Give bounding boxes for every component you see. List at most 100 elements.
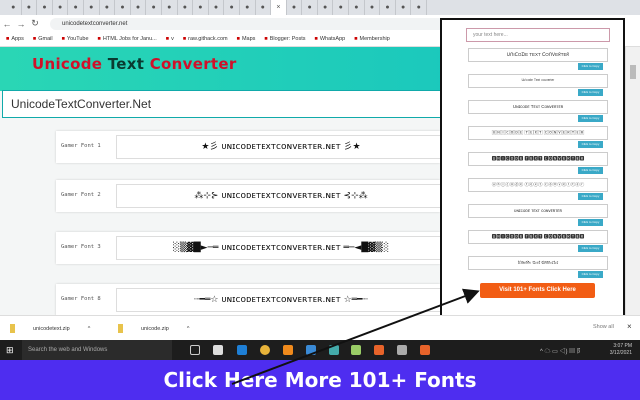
close-icon[interactable]: × — [627, 322, 632, 331]
scrollbar[interactable] — [625, 47, 640, 315]
bookmark-icon: ■ — [264, 36, 268, 42]
bookmark-icon: ■ — [314, 36, 318, 42]
copy-button[interactable]: Click to Copy — [578, 271, 603, 278]
visit-fonts-button[interactable]: Visit 101+ Fonts Click Here — [480, 283, 595, 298]
browser-tab[interactable]: ● — [6, 0, 22, 15]
forward-icon[interactable]: → — [14, 19, 28, 29]
browser-tab[interactable]: ● — [396, 0, 412, 15]
popup-font-output[interactable]: ⓤⓝⓘⓒⓞⓓⓔ ⓣⓔⓧⓣ ⓒⓞⓝⓥⓔⓡⓣⓔⓡ — [468, 178, 608, 192]
scrollbar-thumb[interactable] — [630, 65, 636, 79]
popup-font-output[interactable]: 🅄🄽🄸🄲🄾🄳🄴 🅃🄴🅇🅃 🄲🄾🄽🅅🄴🅁🅃🄴🅁 — [468, 126, 608, 140]
browser-tab[interactable]: ● — [146, 0, 162, 15]
browser-tab[interactable]: ● — [224, 0, 240, 15]
copy-button[interactable]: Click to Copy — [578, 245, 603, 252]
browser-tab[interactable]: ● — [256, 0, 272, 15]
font-output[interactable]: ┈━═☆ ᴜɴɪᴄᴏᴅᴇᴛᴇxᴛᴄᴏɴᴠᴇʀᴛᴇʀ.ɴᴇᴛ ☆═━┈ — [116, 288, 446, 312]
copy-button[interactable]: Click to Copy — [578, 167, 603, 174]
text-input[interactable]: UnicodeTextConverter.Net — [2, 90, 442, 118]
download-item[interactable]: unicode.zip ^ — [118, 324, 189, 333]
system-tray-icons[interactable]: ^ ☁ ▭ ◁) ▤ 阝 — [540, 346, 583, 355]
app-icon[interactable] — [306, 345, 316, 355]
bookmark-item[interactable]: ■ WhatsApp — [315, 36, 346, 42]
windows-start-icon[interactable]: ⊞ — [6, 345, 14, 356]
font-output[interactable]: ⁂⊹⊱ ᴜɴɪᴄᴏᴅᴇᴛᴇxᴛᴄᴏɴᴠᴇʀᴛᴇʀ.ɴᴇᴛ ⊰⊹⁂ — [116, 184, 446, 208]
browser-tab[interactable]: ● — [193, 0, 209, 15]
browser-tab[interactable]: ● — [380, 0, 396, 15]
browser-tab[interactable]: ● — [100, 0, 116, 15]
bookmark-item[interactable]: ■ Gmail — [33, 36, 53, 42]
popup-font-output[interactable]: ᵁⁿⁱᶜᵒᵈᵉ ᵀᵉˣᵗ ᶜᵒⁿᵛᵉʳᵗᵉʳ — [468, 74, 608, 88]
reload-icon[interactable]: ↻ — [28, 18, 42, 29]
browser-tab[interactable]: ● — [37, 0, 53, 15]
copy-button[interactable]: Click to Copy — [578, 193, 603, 200]
zip-file-icon — [10, 324, 15, 333]
font-row: Gamer Font 8 ┈━═☆ ᴜɴɪᴄᴏᴅᴇᴛᴇxᴛᴄᴏɴᴠᴇʀᴛᴇʀ.ɴᴇ… — [56, 284, 446, 316]
browser-tab[interactable]: ● — [84, 0, 100, 15]
taskbar-search[interactable]: Search the web and Windows — [22, 340, 172, 360]
show-all-link[interactable]: Show all — [593, 324, 614, 330]
app-icon[interactable] — [397, 345, 407, 355]
browser-tab[interactable]: × — [271, 0, 287, 15]
bookmark-item[interactable]: ■ Apps — [6, 36, 24, 42]
browser-tab[interactable]: ● — [115, 0, 131, 15]
bookmark-item[interactable]: ■ Membership — [354, 36, 390, 42]
app-icon[interactable] — [351, 345, 361, 355]
font-label: Gamer Font 2 — [61, 192, 101, 198]
copy-button[interactable]: Click to Copy — [578, 141, 603, 148]
font-output[interactable]: ░▒▓█►─═ ᴜɴɪᴄᴏᴅᴇᴛᴇxᴛᴄᴏɴᴠᴇʀᴛᴇʀ.ɴᴇᴛ ═─◄█▓▒░ — [116, 236, 446, 260]
browser-tab[interactable]: ● — [22, 0, 38, 15]
bookmark-icon: ■ — [6, 36, 10, 42]
popup-font-output[interactable]: ᴜɴɪᴄᴏᴅᴇ ᴛᴇxᴛ ᴄᴏɴᴠᴇʀᴛᴇʀ — [468, 204, 608, 218]
browser-tab[interactable]: ● — [318, 0, 334, 15]
browser-tab[interactable]: ● — [349, 0, 365, 15]
copy-button[interactable]: Click to Copy — [578, 219, 603, 226]
browser-tab[interactable]: ● — [178, 0, 194, 15]
store-icon[interactable] — [213, 345, 223, 355]
browser-tab[interactable]: ● — [240, 0, 256, 15]
font-output[interactable]: ★彡 ᴜɴɪᴄᴏᴅᴇᴛᴇxᴛᴄᴏɴᴠᴇʀᴛᴇʀ.ɴᴇᴛ 彡★ — [116, 135, 446, 159]
popup-text-input[interactable]: your text here... — [466, 28, 610, 42]
browser-tab[interactable]: ● — [302, 0, 318, 15]
bookmark-item[interactable]: ■ YouTube — [62, 36, 89, 42]
app-icon[interactable] — [329, 345, 339, 355]
browser-tab[interactable]: ● — [365, 0, 381, 15]
browser-tab[interactable]: ● — [53, 0, 69, 15]
copy-button[interactable]: Click to Copy — [578, 115, 603, 122]
popup-font-output[interactable]: Uɴɪᴄᴏᴅᴇ Tᴇxᴛ Cᴏɴᴠᴇʀᴛᴇʀ — [468, 100, 608, 114]
popup-font-output[interactable]: 🆄🅽🅸🅲🅾🅳🅴 🆃🅴🆇🆃 🅲🅾🅽🆅🅴🆁🆃🅴🆁 — [468, 152, 608, 166]
edge-icon[interactable] — [237, 345, 247, 355]
popup-font-output[interactable]: 𝔘𝔫𝔦𝔠𝔬𝔡𝔢 𝔗𝔢𝔵𝔱 ℭ𝔬𝔫𝔳𝔢𝔯𝔱𝔢𝔯 — [468, 256, 608, 270]
download-item[interactable]: unicodetext.zip ^ — [10, 324, 90, 333]
chevron-up-icon[interactable]: ^ — [88, 326, 91, 332]
copy-button[interactable]: Click to Copy — [578, 63, 603, 70]
vlc-icon[interactable] — [283, 345, 293, 355]
bookmark-item[interactable]: ■ v — [166, 36, 174, 42]
browser-tab[interactable]: ● — [209, 0, 225, 15]
zip-file-icon — [118, 324, 123, 333]
bookmark-item[interactable]: ■ Blogger: Posts — [264, 36, 305, 42]
browser-tab[interactable]: ● — [68, 0, 84, 15]
font-label: Gamer Font 1 — [61, 143, 101, 149]
popup-font-output[interactable]: 🆄🅽🅸🅲🅾🅳🅴 🆃🅴🆇🆃 🅲🅾🅽🆅🅴🆁🆃🅴🆁 — [468, 230, 608, 244]
chevron-up-icon[interactable]: ^ — [187, 326, 190, 332]
browser-tab[interactable]: ● — [333, 0, 350, 15]
app-icon[interactable] — [374, 345, 384, 355]
browser-tab[interactable]: ● — [131, 0, 147, 15]
chrome-icon[interactable] — [260, 345, 270, 355]
browser-tab[interactable]: ● — [411, 0, 428, 15]
clock[interactable]: 3:07 PM 3/12/2021 — [610, 343, 632, 357]
bookmark-item[interactable]: ■ raw.githack.com — [183, 36, 228, 42]
bookmark-item[interactable]: ■ HTML Jobs for Janu... — [98, 36, 157, 42]
back-icon[interactable]: ← — [0, 19, 14, 29]
popup-font-output[interactable]: ᑌᑎIᑕOᗪE TEXT ᑕOᑎᐯEᖇTEᖇ — [468, 48, 608, 62]
browser-tab[interactable]: ● — [162, 0, 178, 15]
bookmark-item[interactable]: ■ Maps — [237, 36, 256, 42]
promo-banner[interactable]: Click Here More 101+ Fonts — [0, 360, 640, 400]
app-icon[interactable] — [420, 345, 430, 355]
task-view-icon[interactable] — [190, 345, 200, 355]
font-row: Gamer Font 1 ★彡 ᴜɴɪᴄᴏᴅᴇᴛᴇxᴛᴄᴏɴᴠᴇʀᴛᴇʀ.ɴᴇᴛ … — [56, 131, 446, 163]
bookmark-icon: ■ — [236, 36, 240, 42]
bookmark-icon: ■ — [354, 36, 358, 42]
browser-tab[interactable]: ● — [287, 0, 303, 15]
copy-button[interactable]: Click to Copy — [578, 89, 603, 96]
